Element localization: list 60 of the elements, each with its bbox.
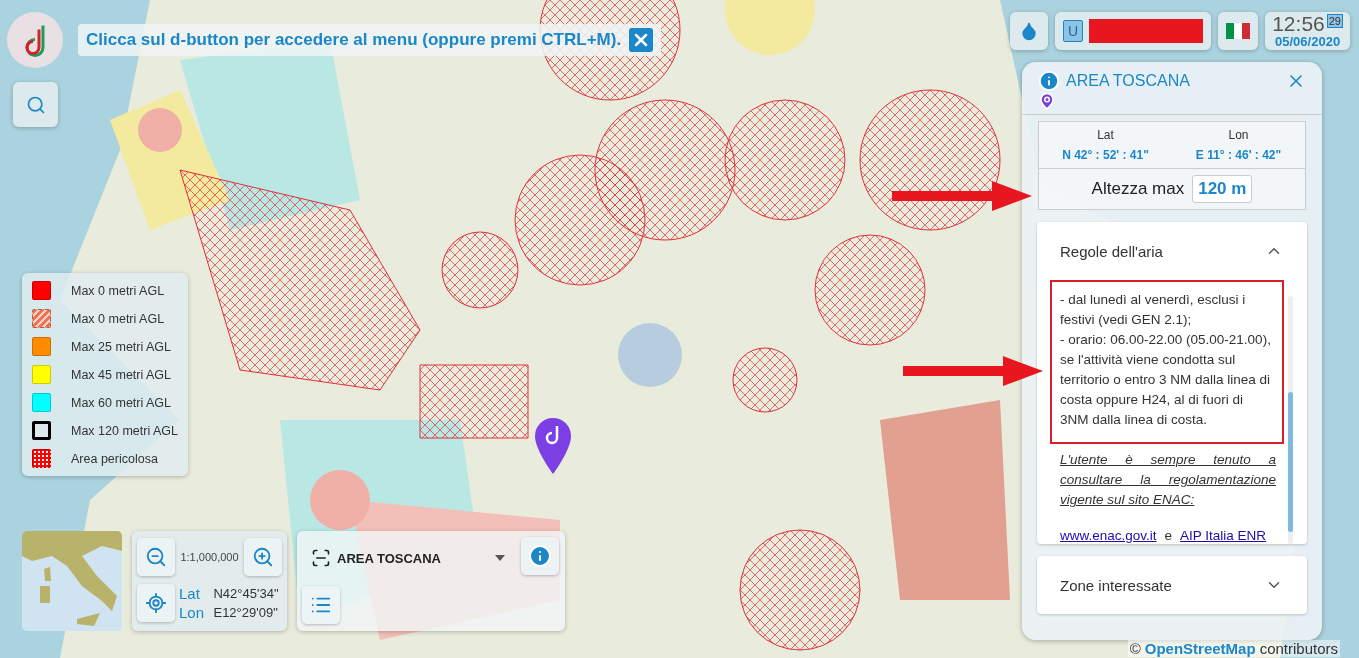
- d-logo-icon: [24, 23, 46, 57]
- zoom-in-button[interactable]: [244, 538, 282, 576]
- area-dropdown[interactable]: AREA TOSCANA: [305, 545, 511, 571]
- legend-label: Max 25 metri AGL: [71, 339, 172, 354]
- locate-button[interactable]: [137, 584, 175, 622]
- accordion-header[interactable]: Regole dell'aria: [1037, 222, 1307, 280]
- info-button[interactable]: [521, 537, 559, 575]
- link[interactable]: www.enac.gov.it: [1060, 528, 1157, 543]
- lon-label: Lon: [1227, 128, 1250, 142]
- panel-title: AREA TOSCANA: [1066, 72, 1191, 90]
- accordion-header[interactable]: Zone interessate: [1037, 556, 1307, 614]
- flag-icon: [1226, 23, 1251, 39]
- search-button[interactable]: [13, 82, 58, 127]
- arrow-icon: [892, 181, 1032, 211]
- link[interactable]: AIP Italia ENR: [1180, 528, 1267, 543]
- clock-seconds: 29: [1326, 13, 1343, 28]
- info-icon: [528, 544, 552, 568]
- zoom-out-icon: [145, 546, 167, 568]
- map-pin-icon[interactable]: [535, 418, 571, 474]
- zoom-in-icon: [252, 546, 274, 568]
- lon-value: E12°29'09": [213, 605, 279, 620]
- lake-area: [618, 323, 682, 387]
- legend-label: Max 0 metri AGL: [71, 283, 165, 298]
- search-icon: [25, 94, 46, 115]
- lat-value: N 42° : 52' : 41": [1061, 148, 1150, 162]
- link-joiner: e: [1164, 528, 1173, 543]
- caret-icon: [495, 555, 505, 561]
- focus-icon: [311, 548, 331, 568]
- language-button[interactable]: [1218, 12, 1259, 50]
- legend-label: Max 0 metri AGL: [71, 311, 165, 326]
- lon-value: E 11° : 46' : 42": [1194, 148, 1283, 162]
- lon-label: Lon: [179, 604, 206, 621]
- arrow-icon: [903, 356, 1043, 386]
- rule-text: - orario: 06.00-22.00 (05.00-21.00), se l'attività viene condotta sul territorio o entro 3 NM dalla linea di costa oppure H24, al di fuori di 3NM dalla linea di costa.: [1060, 331, 1272, 429]
- legend-label: Max 60 metri AGL: [71, 395, 172, 410]
- close-button[interactable]: [629, 28, 654, 52]
- contrast-button[interactable]: [1010, 12, 1049, 50]
- legend-label: Max 120 metri AGL: [71, 423, 178, 438]
- scale-text: 1:1,000,000: [179, 551, 240, 563]
- attribution: © OpenStreetMap contributors: [1127, 640, 1340, 657]
- crosshair-icon: [145, 592, 167, 614]
- lat-value: N42°45'34": [213, 586, 280, 601]
- list-button[interactable]: [302, 586, 340, 624]
- location-pin-icon: [1038, 92, 1056, 110]
- info-icon: [1038, 70, 1060, 92]
- altitude-label: Altezza max: [1091, 179, 1185, 199]
- link[interactable]: OpenStreetMap: [1144, 640, 1256, 657]
- zoom-out-button[interactable]: [137, 538, 175, 576]
- clock-time: 12:56: [1272, 13, 1325, 34]
- rule-text: - dal lunedì al venerdì, esclusi i festivi (vedi GEN 2.1);: [1060, 291, 1247, 329]
- legend-label: Area pericolosa: [71, 451, 158, 466]
- hint-text: Clicca sul d-button per accedere al menu (oppure premi CTRL+M).: [86, 30, 622, 50]
- user-badge: U: [1063, 20, 1084, 42]
- altitude-value: 120 m: [1192, 175, 1253, 203]
- note-text: L'utente è sempre tenuto a consultare la regolamentazione vigente sul sito ENAC:: [1060, 451, 1276, 509]
- scrollbar[interactable]: [1288, 296, 1293, 544]
- clock-date: 05/06/2020: [1275, 33, 1341, 49]
- lat-label: Lat: [1096, 128, 1115, 142]
- legend-label: Max 45 metri AGL: [71, 367, 172, 382]
- lat-label: Lat: [179, 585, 201, 602]
